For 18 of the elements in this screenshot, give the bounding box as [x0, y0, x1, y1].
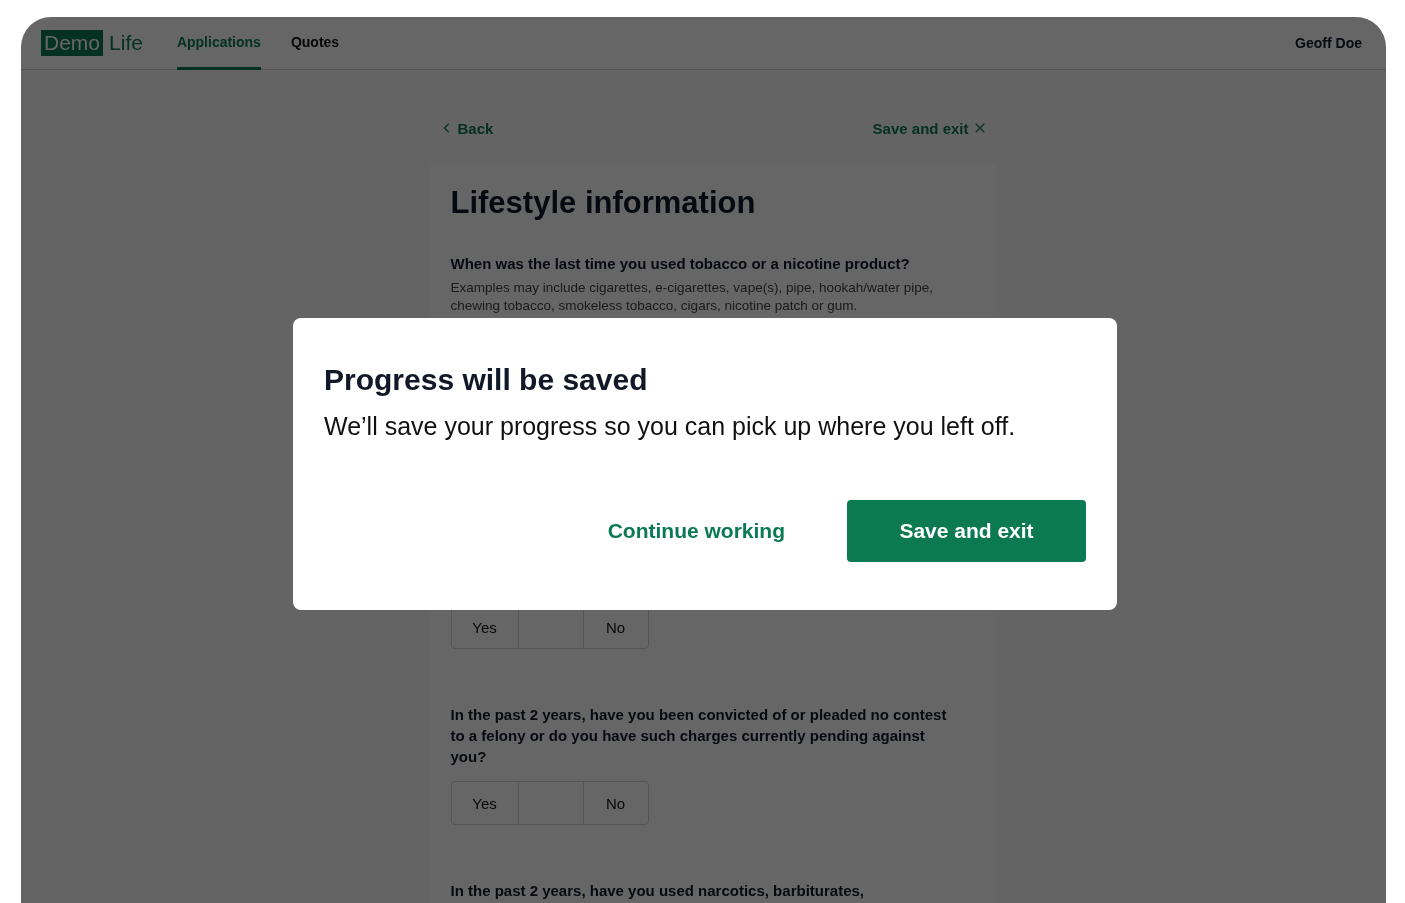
question-text: When was the last time you used tobacco or a nicotine product?: [450, 254, 911, 274]
answer-option[interactable]: No: [582, 781, 649, 825]
logo[interactable]: Demo Life: [41, 17, 143, 69]
page-title: Lifestyle information: [450, 185, 757, 221]
question-text: In the past 2 years, have you been convicted of or pleaded no contest to a felony or do you have such charges currently pending against you?: [450, 705, 948, 767]
close-icon: [973, 122, 986, 134]
question-text: In the past 2 years, have you used narcotics, barbiturates,: [450, 881, 865, 901]
continue-working-button[interactable]: Continue working: [595, 509, 797, 553]
question-hint: Examples may include cigarettes, e-cigarettes, vape(s), pipe, hookah/water pipe, chewing tobacco, smokeless tobacco, cigars, nicotine patch or gum.: [450, 279, 934, 315]
nav-tab[interactable]: Applications: [176, 17, 261, 70]
dialog-title: Progress will be saved: [324, 362, 649, 398]
user-name[interactable]: Geoff Doe: [1295, 17, 1362, 69]
answer-option[interactable]: Yes: [450, 781, 519, 825]
dialog-message: We’ll save your progress so you can pick up where you left off.: [324, 411, 1017, 442]
back-link[interactable]: Back: [440, 118, 494, 138]
nav-tab[interactable]: Quotes: [290, 17, 340, 70]
save-and-exit-link[interactable]: Save and exit: [872, 118, 986, 138]
save-and-exit-button[interactable]: Save and exit: [847, 500, 1086, 562]
